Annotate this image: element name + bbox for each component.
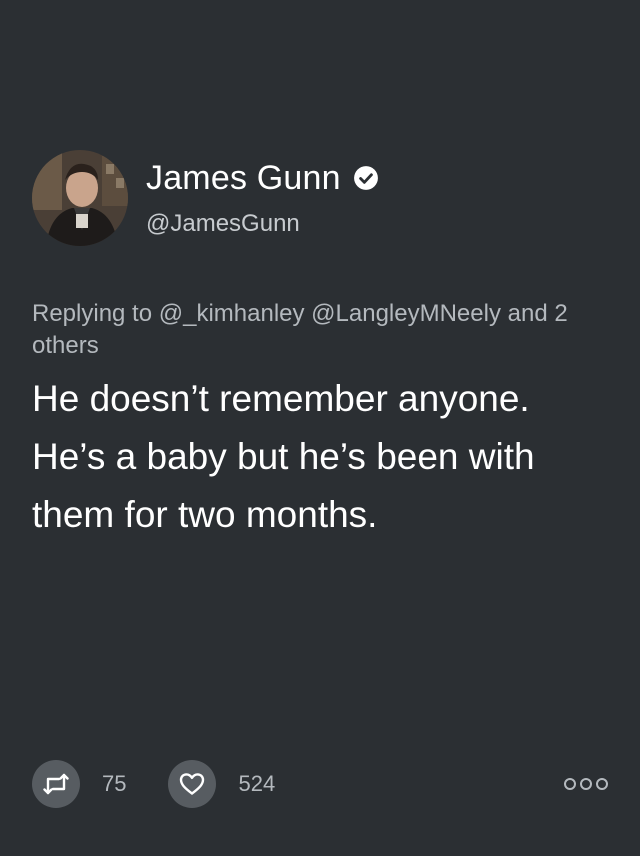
tweet-header: James Gunn @JamesGunn (32, 150, 379, 246)
author-names: James Gunn @JamesGunn (146, 159, 379, 238)
like-count: 524 (238, 771, 276, 796)
name-row: James Gunn (146, 159, 379, 198)
like-button[interactable] (168, 760, 217, 808)
heart-icon (180, 773, 205, 795)
tweet-text: He doesn’t remember anyone. He’s a baby … (32, 378, 535, 535)
avatar-image (32, 150, 128, 246)
replying-to[interactable]: Replying to @_kimhanley @LangleyMNeely a… (32, 298, 612, 362)
verified-badge-icon (353, 166, 378, 190)
user-handle[interactable]: @JamesGunn (146, 210, 379, 238)
action-bar: 75 524 (32, 760, 608, 808)
tweet-card: James Gunn @JamesGunn Replying to @_kimh… (0, 0, 640, 860)
retweet-icon (43, 773, 69, 795)
more-dot (564, 778, 576, 790)
display-name[interactable]: James Gunn (146, 159, 341, 198)
more-dot (596, 778, 608, 790)
more-dot (580, 778, 592, 790)
avatar[interactable] (32, 150, 128, 246)
retweet-count: 75 (102, 771, 127, 796)
more-options-icon[interactable] (564, 778, 608, 790)
retweet-button[interactable] (32, 760, 80, 808)
bottom-divider (0, 856, 640, 860)
